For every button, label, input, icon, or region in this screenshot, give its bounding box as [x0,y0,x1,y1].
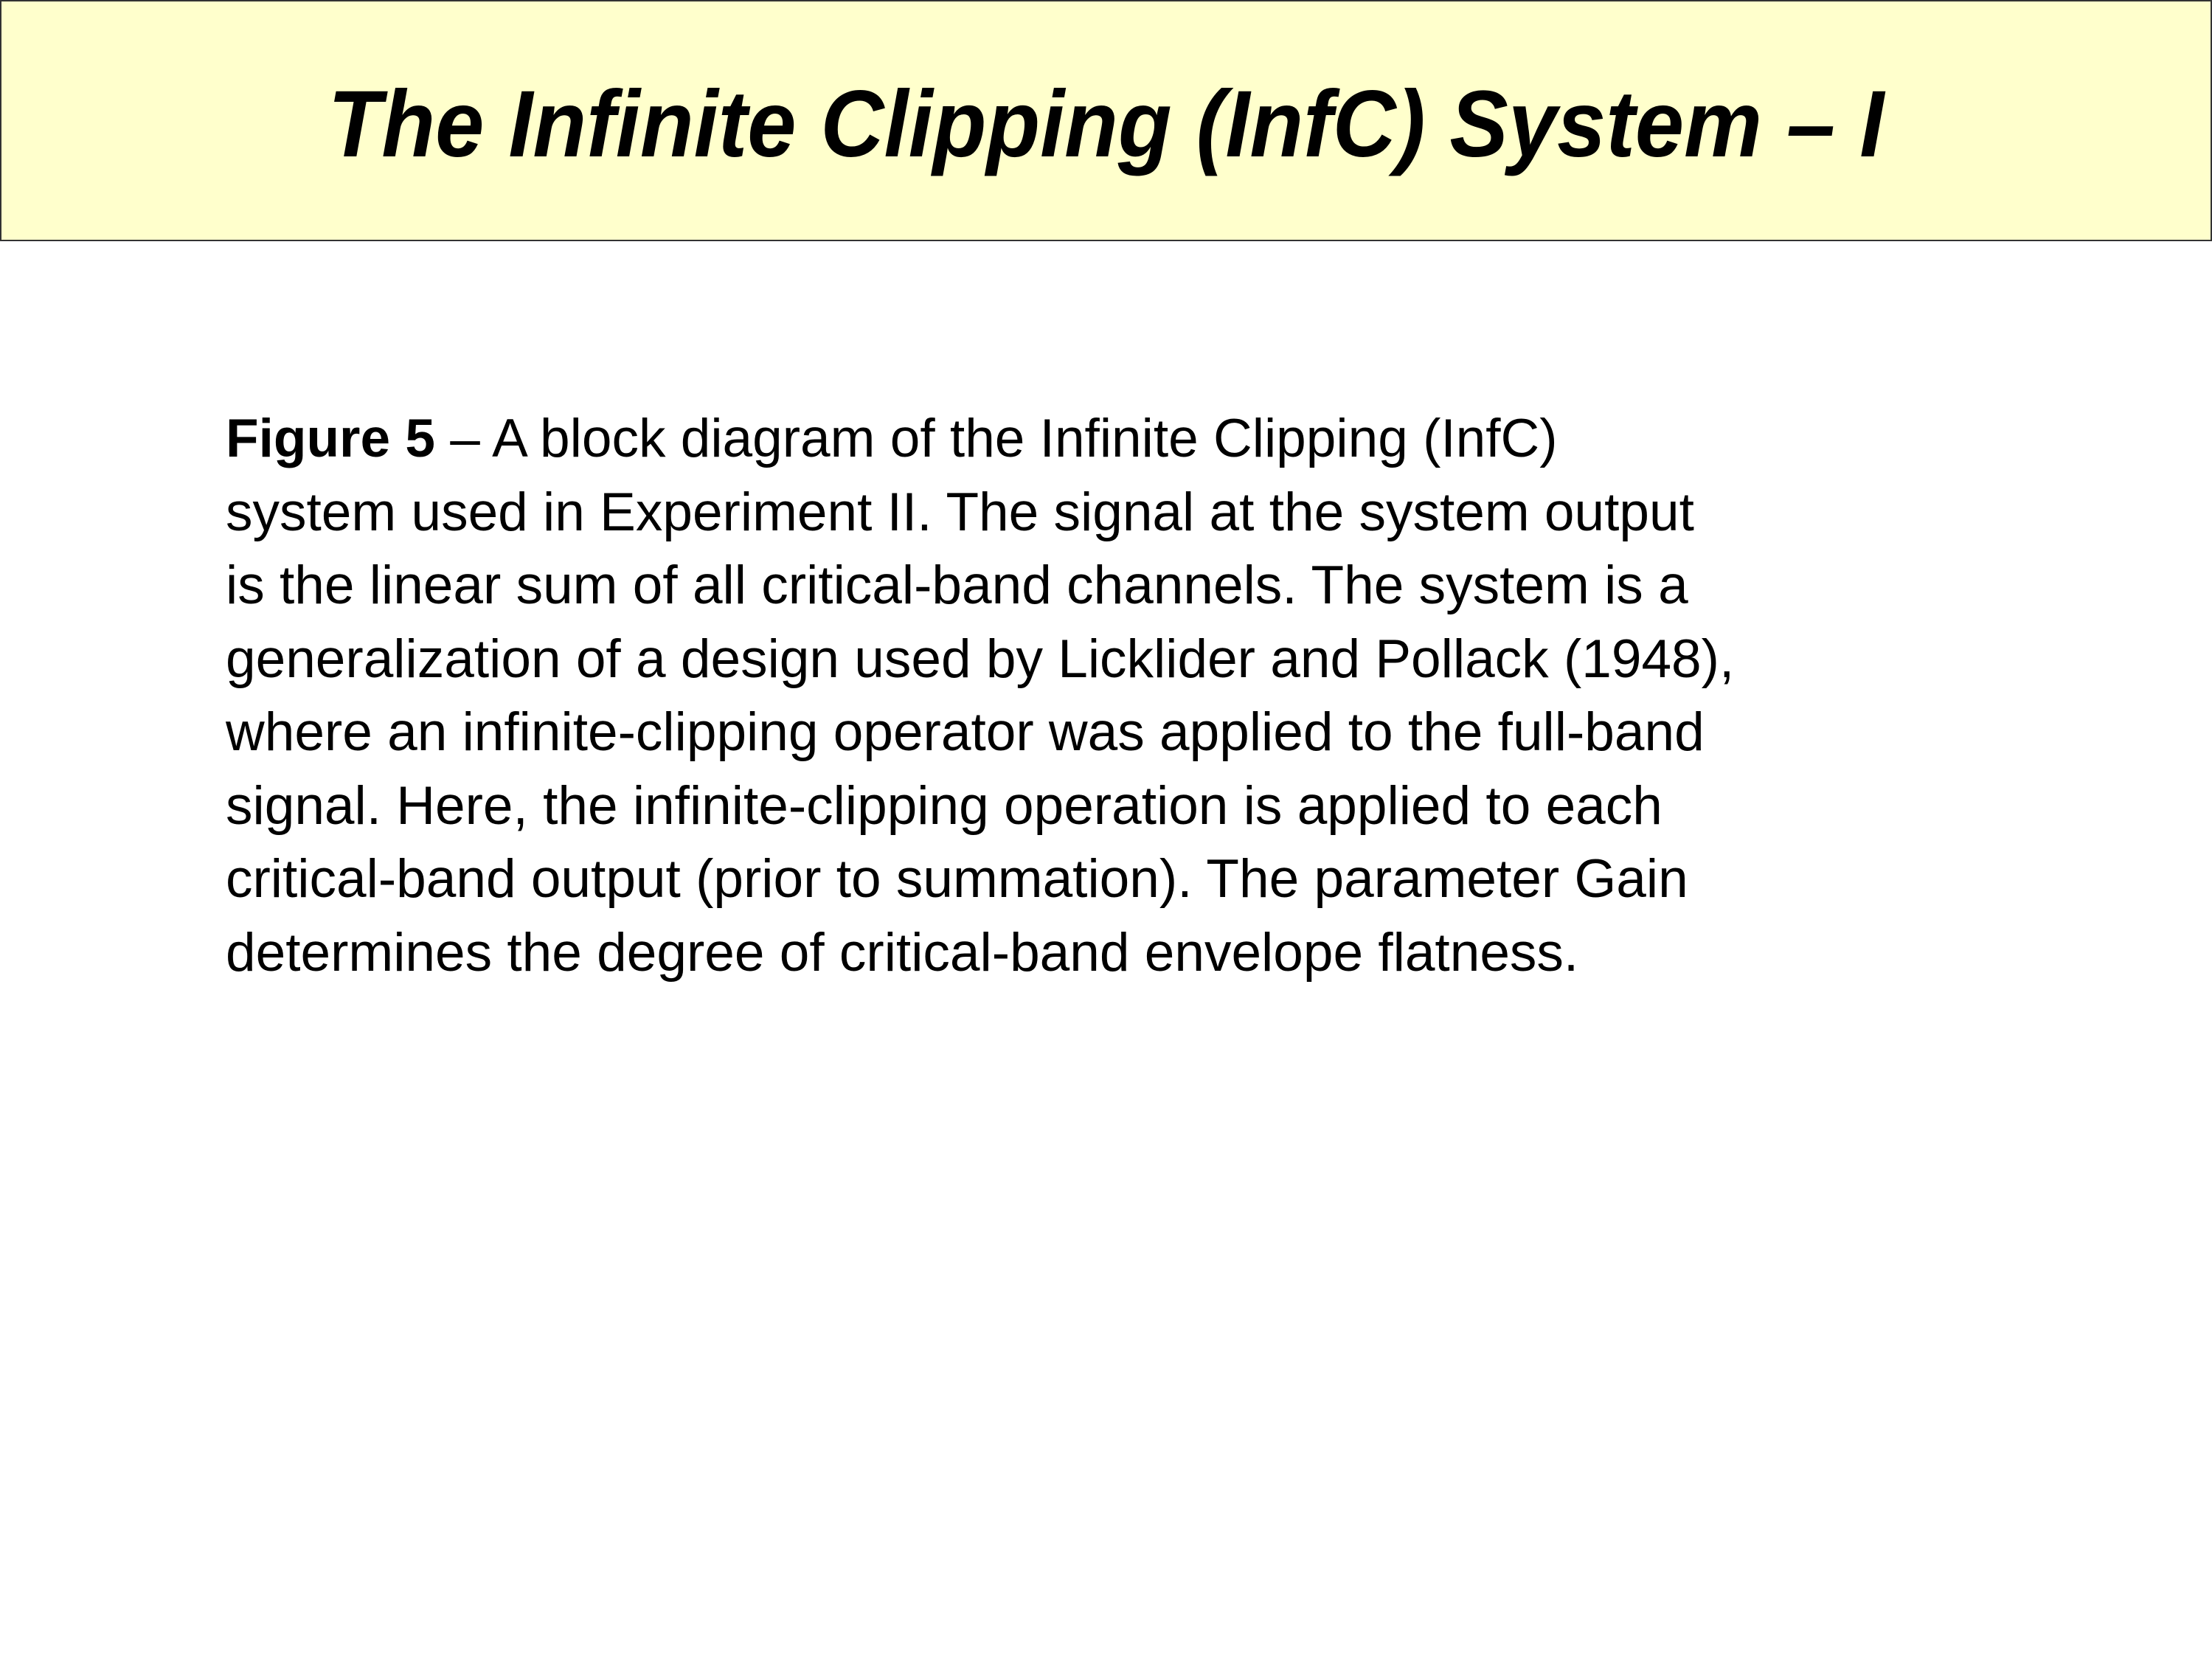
caption-line: signal. Here, the infinite-clipping oper… [226,775,1663,836]
caption-line: determines the degree of critical-band e… [226,922,1579,983]
figure-label: Figure 5 [226,409,435,468]
caption-line: system used in Experiment II. The signal… [226,482,1694,542]
slide-title: The Infinite Clipping (InfC) System – I [327,72,1885,177]
caption-line: critical-band output (prior to summation… [226,849,1688,909]
caption-text: – A block diagram of the Infinite Clippi… [434,409,1558,468]
caption-line: where an infinite-clipping operator was … [226,702,1705,762]
caption-line: Figure 5 – A block diagram of the Infini… [226,402,1734,476]
figure-caption: Figure 5 – A block diagram of the Infini… [226,402,1734,989]
title-banner: The Infinite Clipping (InfC) System – I [0,0,2212,241]
caption-line: generalization of a design used by Lickl… [226,628,1735,689]
caption-line: is the linear sum of all critical-band c… [226,555,1688,615]
